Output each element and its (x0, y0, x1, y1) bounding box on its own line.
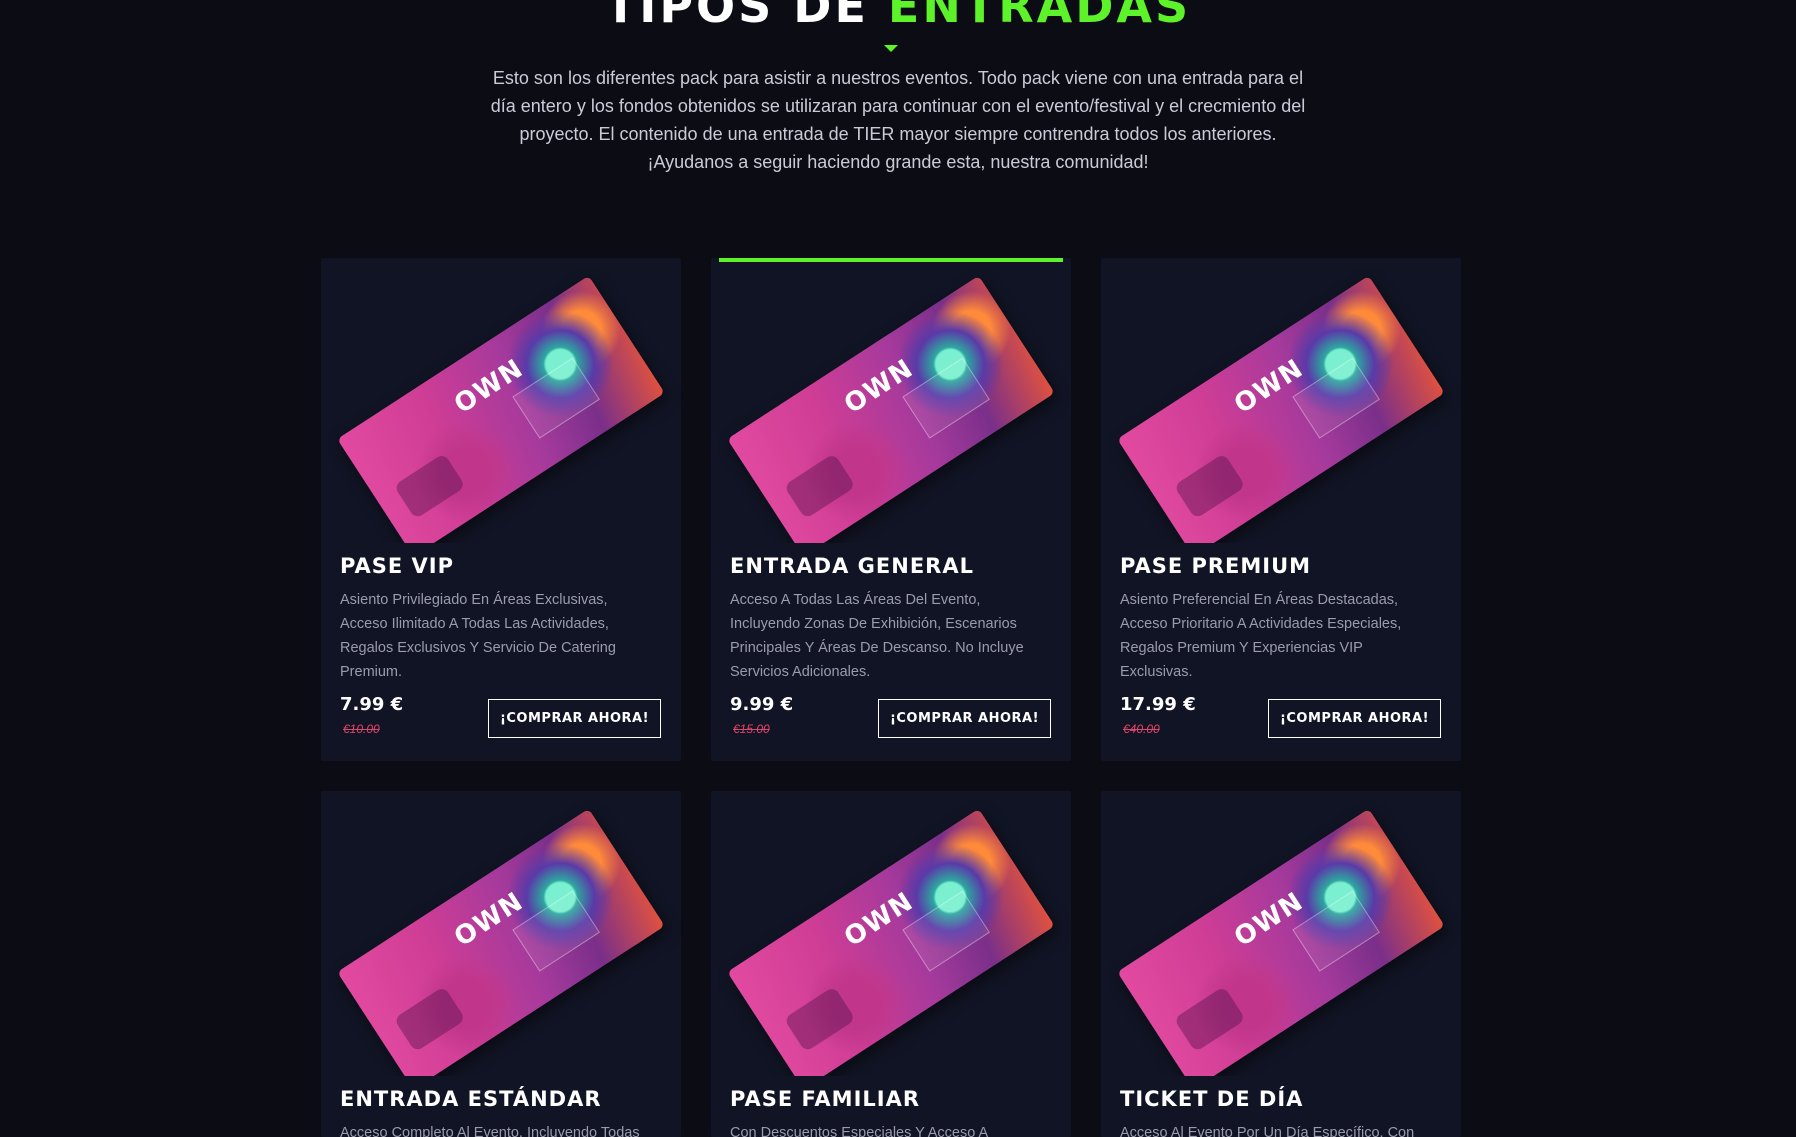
ticket-stub (783, 453, 856, 520)
ticket-stub (783, 986, 856, 1053)
ticket-logo: OWN (1229, 886, 1309, 954)
ticket-image-wrap: OWN (1101, 258, 1461, 543)
card-old-price: €15.00 (733, 722, 770, 736)
card-description: Asiento Privilegiado En Áreas Exclusivas… (340, 592, 616, 680)
buy-now-button[interactable]: ¡COMPRAR AHORA! (1268, 699, 1441, 738)
section-title: TIPOS DE ENTRADAS (0, 0, 1796, 34)
ticket-image: OWN (1117, 808, 1445, 1076)
ticket-stub (393, 453, 466, 520)
section-intro: Esto son los diferentes pack para asisti… (490, 68, 1306, 172)
ticket-text-block (512, 357, 600, 439)
section-title-green: ENTRADAS (887, 0, 1192, 33)
card-old-price: €10.00 (343, 722, 380, 736)
card-description: Acceso Al Evento Por Un Día Específico. … (1120, 1125, 1415, 1137)
card-old-price: €40.00 (1123, 722, 1160, 736)
ticket-card-vip: OWN PASE VIP Asiento Privilegiado En Áre… (321, 258, 681, 761)
ticket-logo: OWN (839, 353, 919, 421)
ticket-card-estandar: OWN ENTRADA ESTÁNDAR Acceso Completo Al … (321, 791, 681, 1137)
card-title: ENTRADA GENERAL (730, 554, 974, 578)
ticket-image: OWN (1117, 275, 1445, 543)
ticket-image: OWN (727, 275, 1055, 543)
ticket-logo: OWN (449, 353, 529, 421)
ticket-image-wrap: OWN (711, 791, 1071, 1076)
ticket-text-block (1292, 890, 1380, 972)
card-title: PASE VIP (340, 554, 454, 578)
ticket-stub (1173, 453, 1246, 520)
card-price: 7.99 € (340, 694, 404, 715)
ticket-logo: OWN (449, 886, 529, 954)
ticket-card-familiar: OWN PASE FAMILIAR Con Descuentos Especia… (711, 791, 1071, 1137)
ticket-image: OWN (727, 808, 1055, 1076)
buy-now-button[interactable]: ¡COMPRAR AHORA! (488, 699, 661, 738)
ticket-text-block (512, 890, 600, 972)
card-description: Con Descuentos Especiales Y Acceso A (730, 1125, 989, 1137)
ticket-text-block (902, 357, 990, 439)
section-title-white: TIPOS DE (604, 0, 869, 33)
ticket-card-premium: OWN PASE PREMIUM Asiento Preferencial En… (1101, 258, 1461, 761)
card-title: TICKET DE DÍA (1120, 1087, 1304, 1111)
ticket-image: OWN (337, 808, 665, 1076)
ticket-text-block (902, 890, 990, 972)
ticket-image-wrap: OWN (1101, 791, 1461, 1076)
card-title: ENTRADA ESTÁNDAR (340, 1087, 602, 1111)
title-underline-icon (884, 45, 898, 52)
ticket-text-block (1292, 357, 1380, 439)
ticket-stub (393, 986, 466, 1053)
card-description: Acceso Completo Al Evento, Incluyendo To… (340, 1125, 640, 1137)
card-description: Acceso A Todas Las Áreas Del Evento, Inc… (730, 592, 1024, 680)
ticket-card-dia: OWN TICKET DE DÍA Acceso Al Evento Por U… (1101, 791, 1461, 1137)
ticket-image-wrap: OWN (711, 258, 1071, 543)
ticket-logo: OWN (839, 886, 919, 954)
ticket-image-wrap: OWN (321, 258, 681, 543)
card-price: 17.99 € (1120, 694, 1196, 715)
card-price: 9.99 € (730, 694, 794, 715)
ticket-image-wrap: OWN (321, 791, 681, 1076)
card-title: PASE PREMIUM (1120, 554, 1312, 578)
card-description: Asiento Preferencial En Áreas Destacadas… (1120, 592, 1402, 680)
ticket-logo: OWN (1229, 353, 1309, 421)
card-title: PASE FAMILIAR (730, 1087, 921, 1111)
ticket-stub (1173, 986, 1246, 1053)
buy-now-button[interactable]: ¡COMPRAR AHORA! (878, 699, 1051, 738)
ticket-card-general: OWN ENTRADA GENERAL Acceso A Todas Las Á… (711, 258, 1071, 761)
ticket-image: OWN (337, 275, 665, 543)
